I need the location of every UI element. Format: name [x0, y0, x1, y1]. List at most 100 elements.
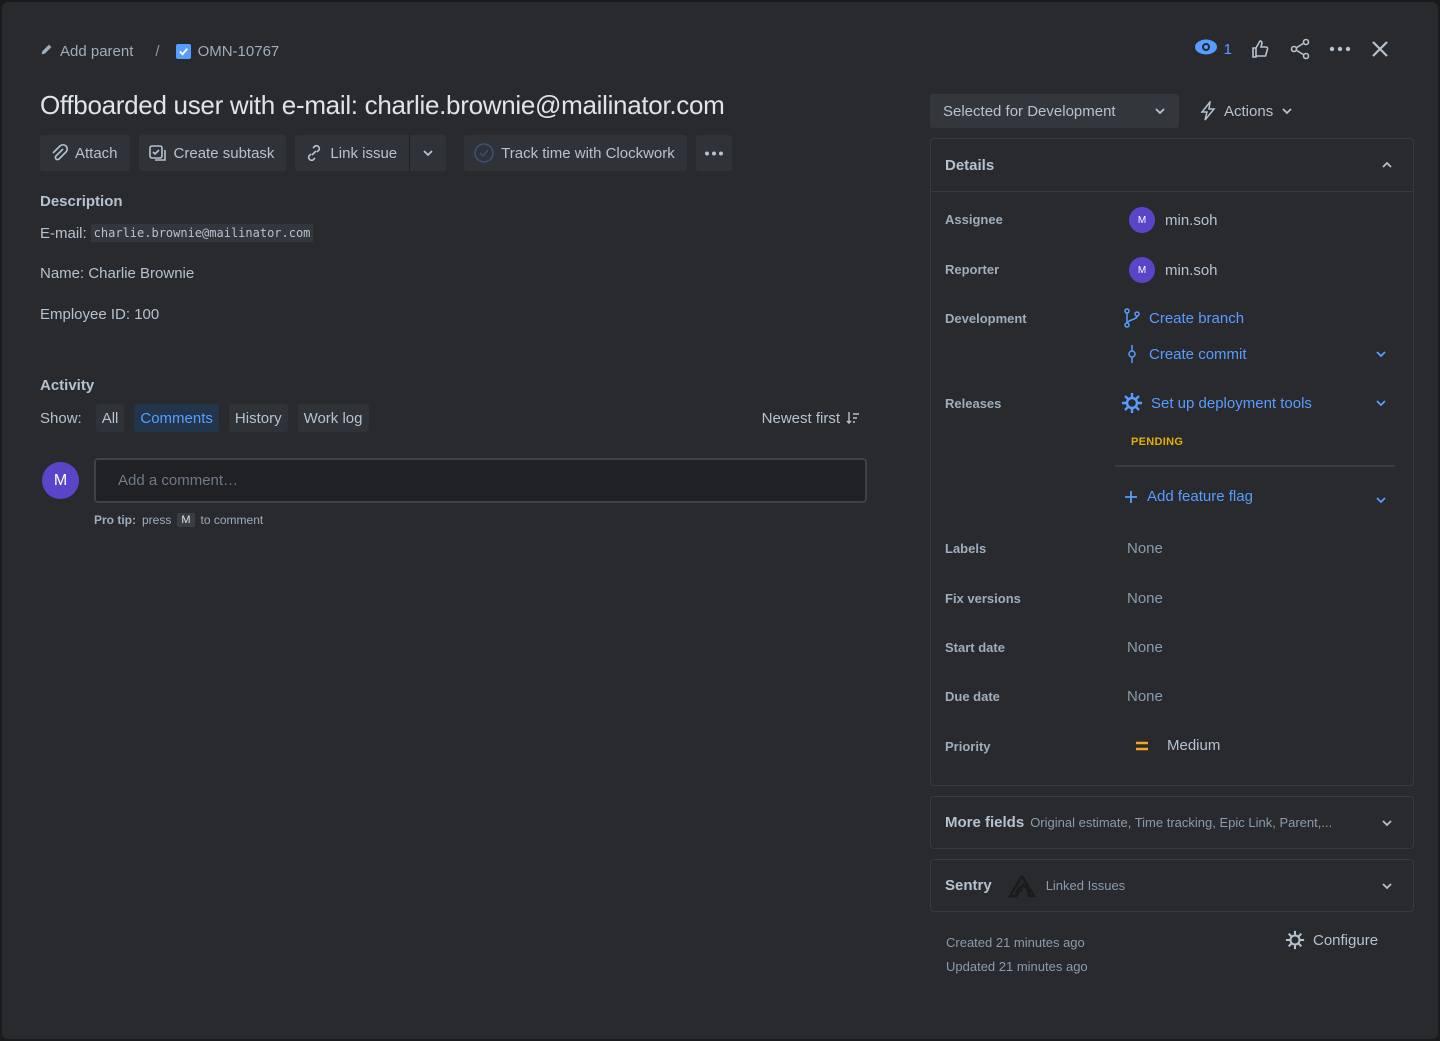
status-label: Selected for Development	[943, 102, 1116, 120]
attach-label: Attach	[75, 144, 118, 162]
status-dropdown[interactable]: Selected for Development	[930, 94, 1179, 128]
releases-divider	[1115, 465, 1395, 467]
chevron-down-icon[interactable]	[1375, 350, 1387, 358]
details-header[interactable]: Details	[931, 139, 1413, 192]
issue-key: OMN-10767	[197, 42, 280, 60]
due-date-value[interactable]: None	[1127, 688, 1163, 705]
chevron-down-icon[interactable]	[1375, 399, 1387, 407]
filter-comments[interactable]: Comments	[134, 404, 219, 432]
plus-icon	[1125, 490, 1137, 503]
pending-badge: PENDING	[1131, 436, 1184, 448]
email-label: E-mail:	[40, 224, 87, 242]
start-date-label: Start date	[945, 640, 1005, 655]
filter-all[interactable]: All	[95, 404, 125, 432]
clockwork-icon	[474, 143, 494, 163]
create-branch-link[interactable]: Create branch	[1123, 308, 1244, 328]
priority-label: Priority	[945, 739, 991, 754]
watch-button[interactable]: 1	[1194, 38, 1232, 60]
more-actions-button[interactable]	[1328, 36, 1352, 62]
filter-work-log[interactable]: Work log	[297, 404, 369, 432]
start-date-value[interactable]: None	[1127, 639, 1163, 656]
sort-toggle[interactable]: Newest first	[762, 404, 860, 432]
activity-heading: Activity	[40, 377, 95, 394]
link-issue-group: Link issue	[295, 135, 447, 171]
close-icon	[1372, 41, 1388, 57]
reporter-value[interactable]: M min.soh	[1129, 257, 1218, 283]
pro-tip-tail: to comment	[200, 513, 264, 527]
watch-count: 1	[1223, 40, 1232, 58]
create-subtask-label: Create subtask	[173, 144, 275, 162]
more-fields-section[interactable]: More fields Original estimate, Time trac…	[930, 796, 1414, 849]
sort-label: Newest first	[761, 409, 840, 427]
labels-label: Labels	[945, 541, 987, 556]
eye-icon	[1194, 38, 1218, 60]
more-fields-title: More fields	[945, 814, 1025, 831]
releases-label: Releases	[945, 396, 1002, 411]
assignee-label: Assignee	[945, 212, 1003, 227]
updated-timestamp: Updated 21 minutes ago	[946, 959, 1088, 974]
top-actions: 1	[1194, 36, 1392, 62]
track-time-button[interactable]: Track time with Clockwork	[464, 135, 687, 171]
add-parent-link[interactable]: Add parent	[40, 43, 133, 60]
assignee-name: min.soh	[1165, 211, 1218, 229]
actions-label: Actions	[1224, 102, 1274, 120]
subtask-icon	[148, 145, 166, 161]
chevron-down-icon[interactable]	[1375, 496, 1387, 504]
configure-button[interactable]: Configure	[1285, 930, 1378, 950]
sentry-section[interactable]: Sentry Linked Issues	[930, 859, 1414, 912]
actions-dropdown[interactable]: Actions	[1200, 94, 1293, 128]
sort-icon	[846, 412, 859, 424]
timestamps: Created 21 minutes ago Updated 21 minute…	[946, 931, 1088, 979]
link-issue-label: Link issue	[330, 144, 398, 162]
description-body[interactable]: E-mail: charlie.brownie@mailinator.com N…	[40, 221, 314, 326]
chevron-down-icon	[1382, 882, 1392, 889]
link-issue-dropdown[interactable]	[410, 135, 446, 171]
issue-toolbar: Attach Create subtask Link issue Track t…	[40, 135, 732, 171]
task-type-icon	[175, 43, 191, 59]
sentry-title: Sentry	[945, 877, 992, 894]
chevron-down-icon	[1382, 819, 1392, 826]
show-label: Show:	[40, 409, 82, 427]
like-button[interactable]	[1248, 36, 1272, 62]
chevron-down-icon	[1282, 108, 1292, 115]
more-fields-hint: Original estimate, Time tracking, Epic L…	[1030, 815, 1333, 830]
create-subtask-button[interactable]: Create subtask	[138, 135, 287, 171]
comment-input[interactable]: Add a comment…	[94, 458, 867, 503]
details-title: Details	[945, 156, 995, 174]
close-button[interactable]	[1368, 36, 1392, 62]
labels-value[interactable]: None	[1127, 540, 1163, 557]
commit-icon	[1128, 345, 1136, 363]
add-feature-flag-link[interactable]: Add feature flag	[1123, 488, 1253, 505]
branch-icon	[1124, 308, 1140, 328]
thumbs-up-icon	[1252, 40, 1269, 58]
toolbar-more-button[interactable]	[695, 135, 732, 171]
keyboard-shortcut: M	[177, 513, 195, 527]
email-line: E-mail: charlie.brownie@mailinator.com	[40, 221, 314, 245]
created-timestamp: Created 21 minutes ago	[946, 935, 1085, 950]
configure-label: Configure	[1313, 931, 1379, 949]
pro-tip-press: press	[142, 513, 172, 527]
issue-title[interactable]: Offboarded user with e-mail: charlie.bro…	[40, 90, 725, 121]
issue-key-link[interactable]: OMN-10767	[175, 42, 280, 60]
assignee-value[interactable]: M min.soh	[1129, 207, 1218, 233]
filter-history[interactable]: History	[228, 404, 288, 432]
sentry-logo-icon	[1007, 874, 1036, 897]
priority-name: Medium	[1167, 737, 1221, 754]
share-button[interactable]	[1288, 36, 1312, 62]
gear-icon	[1285, 930, 1305, 950]
add-feature-flag-label: Add feature flag	[1147, 488, 1253, 505]
attach-button[interactable]: Attach	[40, 135, 130, 171]
current-user-avatar: M	[42, 462, 79, 499]
create-commit-link[interactable]: Create commit	[1123, 344, 1247, 364]
create-commit-label: Create commit	[1149, 345, 1247, 363]
fix-versions-value[interactable]: None	[1127, 590, 1163, 607]
breadcrumb: Add parent / OMN-10767	[40, 38, 279, 64]
fix-versions-label: Fix versions	[945, 591, 1021, 606]
track-time-label: Track time with Clockwork	[501, 144, 675, 162]
sentry-hint: Linked Issues	[1045, 878, 1126, 893]
issue-modal: Add parent / OMN-10767 1 Offboarded user…	[2, 2, 1438, 1039]
link-issue-button[interactable]: Link issue	[295, 135, 409, 171]
development-label: Development	[945, 311, 1027, 326]
setup-deployment-link[interactable]: Set up deployment tools	[1121, 392, 1312, 414]
priority-value[interactable]: Medium	[1135, 737, 1220, 754]
